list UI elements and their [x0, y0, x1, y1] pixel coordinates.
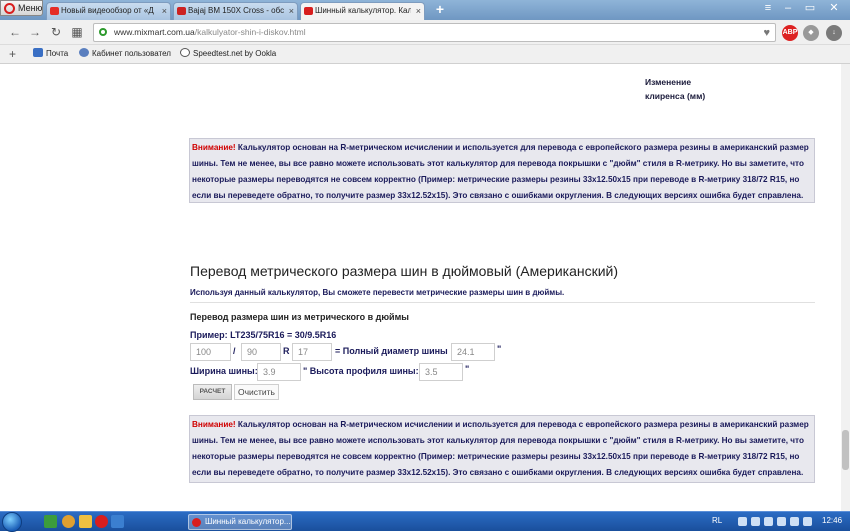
explorer-folder-icon[interactable]: [79, 515, 92, 528]
speedtest-gauge-icon: [180, 48, 190, 57]
warning-notice: Внимание! Калькулятор основан на R-метри…: [189, 138, 815, 203]
tire-width-input[interactable]: [190, 343, 231, 361]
warning-text: Калькулятор основан на R-метрическом исч…: [192, 420, 809, 477]
taskbar-clock[interactable]: 12:46: [822, 516, 842, 525]
youtube-favicon-icon: [50, 7, 59, 15]
browser-menu-label: Меню: [18, 3, 43, 13]
tray-icon[interactable]: [777, 517, 786, 526]
mail-icon: [33, 48, 43, 57]
tab-bajaj[interactable]: Bajaj BM 150X Cross - обсу ×: [173, 2, 298, 20]
site-favicon-icon: [177, 7, 186, 15]
taskbar-task-opera[interactable]: Шинный калькулятор...: [188, 514, 292, 530]
calculator-example: Пример: LT235/75R16 = 30/9.5R16: [190, 330, 337, 340]
scrollbar-thumb[interactable]: [842, 430, 849, 470]
maximize-window-button[interactable]: ▭: [800, 1, 820, 17]
clearance-change-label: Изменение клиренса (мм): [645, 77, 706, 101]
taskbar-task-title: Шинный калькулятор...: [205, 517, 291, 526]
inch-mark-label: ": [465, 364, 470, 374]
tire-width-output[interactable]: [257, 363, 301, 381]
windows-taskbar: Шинный калькулятор... RL 12:46: [0, 511, 850, 532]
chrome-icon[interactable]: [62, 515, 75, 528]
bookmark-heart-icon[interactable]: ♥: [763, 25, 770, 42]
user-cabinet-icon: [79, 48, 89, 57]
speed-dial-grid-icon[interactable]: ▦: [68, 24, 86, 40]
tab-title: Новый видеообзор от «Д: [61, 6, 154, 15]
full-diameter-output[interactable]: [451, 343, 495, 361]
warning-text: Калькулятор основан на R-метрическом исч…: [192, 143, 809, 200]
clear-button[interactable]: Очистить: [234, 384, 279, 400]
inch-mark-label: ": [497, 344, 502, 354]
tab-tire-calculator[interactable]: Шинный калькулятор. Калк ×: [300, 2, 425, 20]
tab-list-icon[interactable]: ≡: [758, 1, 778, 17]
close-tab-icon[interactable]: ×: [416, 3, 421, 19]
close-tab-icon[interactable]: ×: [289, 3, 294, 19]
mixmart-favicon-icon: [304, 7, 313, 15]
slash-label: /: [233, 346, 236, 356]
tab-title: Шинный калькулятор. Калк: [315, 6, 411, 15]
rim-r-label: R: [283, 346, 290, 356]
back-arrow-icon[interactable]: ←: [6, 24, 24, 40]
browser-menu-button[interactable]: Меню: [0, 0, 43, 16]
rim-diameter-input[interactable]: [292, 343, 332, 361]
volume-icon[interactable]: [803, 517, 812, 526]
adblock-label: ABP: [782, 29, 798, 36]
url-path: /kalkulyator-shin-i-diskov.html: [194, 27, 306, 37]
calculator-title: Перевод размера шин из метрического в дю…: [190, 312, 409, 322]
new-tab-button[interactable]: +: [433, 2, 447, 18]
tab-video-review[interactable]: Новый видеообзор от «Д ×: [46, 2, 171, 20]
bookmark-label: Почта: [46, 49, 69, 58]
bookmark-speedtest[interactable]: Speedtest.net by Ookla: [180, 45, 276, 63]
forward-arrow-icon[interactable]: →: [26, 24, 44, 40]
url-host: www.mixmart.com.ua: [114, 27, 195, 37]
profile-height-output[interactable]: [419, 363, 463, 381]
bookmark-mail[interactable]: Почта: [33, 45, 68, 63]
bookmark-user-cabinet[interactable]: Кабинет пользовател: [79, 45, 171, 63]
bookmark-label: Кабинет пользовател: [92, 49, 171, 58]
language-indicator[interactable]: RL: [712, 516, 722, 525]
calculate-button[interactable]: РАСЧЕТ: [193, 384, 232, 400]
bookmarks-bar: + Почта Кабинет пользовател Speedtest.ne…: [0, 45, 850, 64]
tray-icon[interactable]: [738, 517, 747, 526]
tray-icon[interactable]: [751, 517, 760, 526]
network-icon[interactable]: [790, 517, 799, 526]
opera-logo-icon: [4, 3, 15, 14]
page-content: Изменение клиренса (мм) Внимание! Кальку…: [0, 64, 850, 511]
media-center-icon[interactable]: [44, 515, 57, 528]
opera-favicon-icon: [192, 518, 201, 527]
close-tab-icon[interactable]: ×: [162, 3, 167, 19]
aspect-ratio-input[interactable]: [241, 343, 281, 361]
page-scrollbar[interactable]: [841, 64, 850, 511]
start-button[interactable]: [2, 512, 22, 532]
tire-width-label: Ширина шины:: [190, 366, 258, 376]
section-divider: [190, 302, 815, 303]
full-diameter-label: = Полный диаметр шины: [335, 346, 448, 356]
extension-icon[interactable]: ◆: [803, 25, 819, 41]
section-title: Перевод метрического размера шин в дюймо…: [190, 263, 619, 279]
warning-label: Внимание!: [192, 420, 236, 429]
warning-notice: Внимание! Калькулятор основан на R-метри…: [189, 415, 815, 483]
close-window-button[interactable]: ✕: [824, 1, 844, 17]
reload-icon[interactable]: ↻: [47, 24, 65, 40]
adblock-icon[interactable]: ABP: [782, 25, 798, 41]
url-field[interactable]: www.mixmart.com.ua/kalkulyator-shin-i-di…: [93, 23, 776, 42]
address-toolbar: ← → ↻ ▦ www.mixmart.com.ua/kalkulyator-s…: [0, 20, 850, 45]
bookmark-label: Speedtest.net by Ookla: [193, 49, 277, 58]
minimize-window-button[interactable]: –: [778, 1, 798, 17]
add-bookmark-icon[interactable]: +: [9, 45, 16, 63]
download-icon[interactable]: ↓: [826, 25, 842, 41]
profile-height-label: " Высота профиля шины:: [303, 366, 419, 376]
app-icon[interactable]: [111, 515, 124, 528]
secure-lock-icon: [99, 28, 107, 36]
tab-title: Bajaj BM 150X Cross - обсу: [188, 6, 284, 15]
tray-icon[interactable]: [764, 517, 773, 526]
browser-tab-bar: Меню Новый видеообзор от «Д × Bajaj BM 1…: [0, 0, 850, 20]
opera-icon[interactable]: [95, 515, 108, 528]
section-description: Используя данный калькулятор, Вы сможете…: [190, 288, 565, 297]
warning-label: Внимание!: [192, 143, 236, 152]
